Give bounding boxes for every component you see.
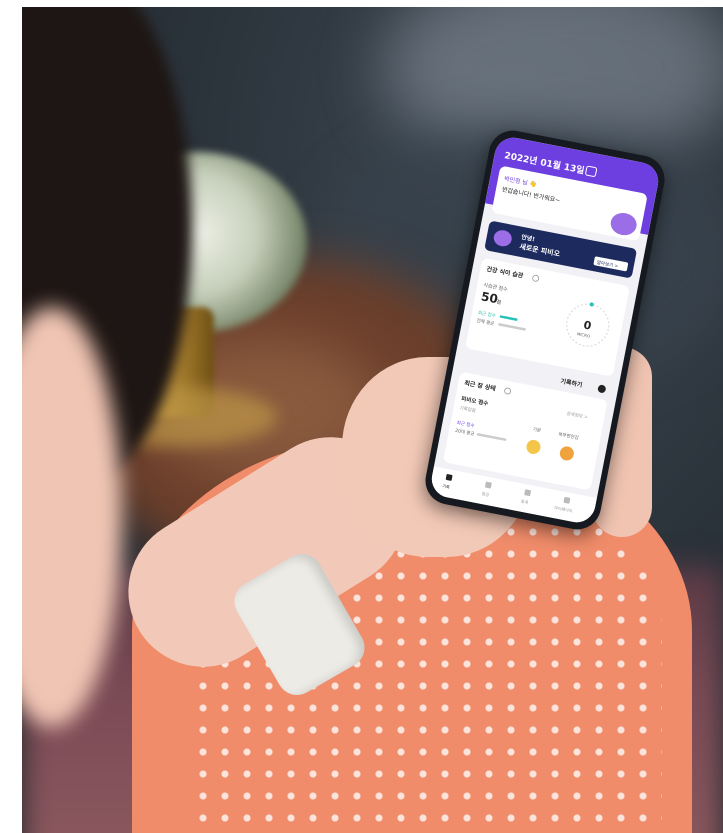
record-button-label[interactable]: 기록하기 — [560, 377, 583, 389]
nav-check-icon[interactable] — [485, 481, 492, 489]
add-circle-icon[interactable] — [597, 384, 606, 393]
nav-stats-icon[interactable] — [524, 489, 531, 497]
nav-record-icon[interactable] — [445, 474, 453, 481]
nav-mypage-icon[interactable] — [563, 496, 571, 504]
